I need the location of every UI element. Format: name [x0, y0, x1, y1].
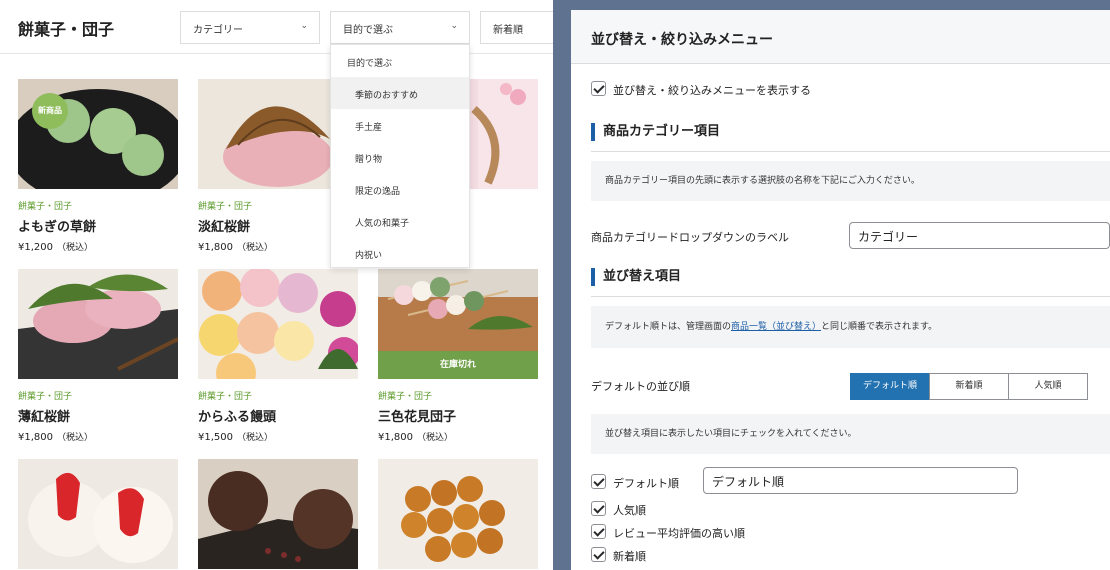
dropdown-option[interactable]: 手土産: [331, 109, 469, 141]
sort-item-checkbox[interactable]: [591, 501, 606, 516]
price-value: ¥1,800: [198, 242, 233, 253]
category-dropdown-label: 商品カテゴリードロップダウンのラベル: [591, 231, 789, 244]
show-menu-label: 並び替え・絞り込みメニューを表示する: [613, 84, 811, 97]
dropdown-option[interactable]: 季節のおすすめ: [331, 77, 469, 109]
sort-item-label: デフォルト順: [613, 477, 679, 490]
product-image[interactable]: [18, 269, 178, 379]
tax-note: （税込）: [237, 433, 274, 443]
category-select[interactable]: カテゴリー ⌄: [180, 11, 320, 44]
product-price: ¥1,800 （税込）: [378, 430, 538, 443]
settings-panel: 並び替え・絞り込みメニュー 並び替え・絞り込みメニューを表示する 商品カテゴリー…: [571, 10, 1110, 570]
dropdown-option[interactable]: 目的で選ぶ: [331, 45, 469, 77]
product-card[interactable]: 餅菓子・団子 からふる饅頭 ¥1,500 （税込）: [198, 269, 358, 443]
product-image[interactable]: [378, 459, 538, 569]
settings-title: 並び替え・絞り込みメニュー: [591, 32, 773, 48]
product-list-link[interactable]: 商品一覧（並び替え）: [731, 322, 821, 332]
product-card[interactable]: 新商品 餅菓子・団子 よもぎの草餅 ¥1,200 （税込）: [18, 79, 178, 253]
segment-default-order[interactable]: デフォルト順: [850, 373, 930, 400]
tax-note: （税込）: [57, 433, 94, 443]
product-category[interactable]: 餅菓子・団子: [18, 389, 178, 402]
shop-panel: 餅菓子・団子 カテゴリー ⌄ 目的で選ぶ ⌄ 新着順 目的で選ぶ 季節のおすすめ…: [0, 0, 553, 570]
price-value: ¥1,500: [198, 432, 233, 443]
product-category[interactable]: 餅菓子・団子: [378, 389, 538, 402]
dropdown-option[interactable]: 贈り物: [331, 141, 469, 173]
dropdown-option[interactable]: 人気の和菓子: [331, 205, 469, 237]
tax-note: （税込）: [57, 243, 94, 253]
purpose-select[interactable]: 目的で選ぶ ⌄: [330, 11, 470, 44]
product-category[interactable]: 餅菓子・団子: [198, 389, 358, 402]
sold-out-label: 在庫切れ: [378, 351, 538, 379]
product-image-partial[interactable]: [198, 459, 358, 569]
product-name[interactable]: からふる饅頭: [198, 406, 358, 425]
price-value: ¥1,800: [18, 432, 53, 443]
dropdown-option[interactable]: 限定の逸品: [331, 173, 469, 205]
shop-header: 餅菓子・団子 カテゴリー ⌄ 目的で選ぶ ⌄ 新着順: [0, 0, 553, 54]
sort-select-label: 新着順: [493, 25, 523, 36]
show-menu-checkbox[interactable]: [591, 81, 606, 96]
sort-item-checkbox[interactable]: [591, 524, 606, 539]
page-title: 餅菓子・団子: [18, 20, 115, 39]
sort-item-name-input[interactable]: デフォルト順: [703, 467, 1018, 494]
product-image[interactable]: [198, 269, 358, 379]
product-image[interactable]: 在庫切れ: [378, 269, 538, 379]
purpose-dropdown-menu: 目的で選ぶ 季節のおすすめ 手土産 贈り物 限定の逸品 人気の和菓子 内祝い: [330, 44, 470, 268]
category-label-input[interactable]: カテゴリー: [849, 222, 1110, 249]
purpose-select-label: 目的で選ぶ: [343, 25, 393, 36]
sort-item-checkbox[interactable]: [591, 547, 606, 562]
sort-item-label: 新着順: [613, 550, 646, 563]
chevron-down-icon: ⌄: [450, 21, 458, 31]
product-name[interactable]: よもぎの草餅: [18, 216, 178, 235]
category-info: 商品カテゴリー項目の先頭に表示する選択肢の名称を下記にご入力ください。: [591, 161, 1110, 201]
product-image-partial[interactable]: [378, 459, 538, 569]
check-info: 並び替え項目に表示したい項目にチェックを入れてください。: [591, 414, 1110, 454]
category-section-title: 商品カテゴリー項目: [591, 123, 720, 141]
segment-popular[interactable]: 人気順: [1008, 373, 1088, 400]
divider: [591, 296, 1110, 297]
tax-note: （税込）: [417, 433, 454, 443]
product-price: ¥1,800 （税込）: [18, 430, 178, 443]
product-name[interactable]: 薄紅桜餅: [18, 406, 178, 425]
price-value: ¥1,200: [18, 242, 53, 253]
dropdown-option[interactable]: 内祝い: [331, 237, 469, 269]
sort-info: デフォルト順トは、管理画面の商品一覧（並び替え）と同じ順番で表示されます。: [591, 306, 1110, 348]
chevron-down-icon: ⌄: [300, 21, 308, 31]
sort-info-text: デフォルト順トは、管理画面の: [605, 322, 732, 332]
sort-select[interactable]: 新着順: [480, 11, 553, 44]
product-image[interactable]: [18, 459, 178, 569]
product-price: ¥1,200 （税込）: [18, 240, 178, 253]
sort-item-checkbox[interactable]: [591, 474, 606, 489]
product-card[interactable]: 餅菓子・団子 薄紅桜餅 ¥1,800 （税込）: [18, 269, 178, 443]
divider: [591, 151, 1110, 152]
product-image-partial[interactable]: [18, 459, 178, 569]
category-select-label: カテゴリー: [193, 25, 243, 36]
product-category[interactable]: 餅菓子・団子: [18, 199, 178, 212]
sort-info-text: と同じ順番で表示されます。: [821, 322, 938, 332]
sort-item-label: レビュー平均評価の高い順: [613, 527, 745, 540]
sort-item-label: 人気順: [613, 504, 646, 517]
product-image[interactable]: 新商品: [18, 79, 178, 189]
new-badge: 新商品: [32, 93, 68, 129]
default-sort-label: デフォルトの並び順: [591, 380, 690, 393]
price-value: ¥1,800: [378, 432, 413, 443]
segment-newest[interactable]: 新着順: [929, 373, 1009, 400]
tax-note: （税込）: [237, 243, 274, 253]
product-name[interactable]: 三色花見団子: [378, 406, 538, 425]
settings-header: 並び替え・絞り込みメニュー: [571, 10, 1110, 64]
product-card[interactable]: 在庫切れ 餅菓子・団子 三色花見団子 ¥1,800 （税込）: [378, 269, 538, 443]
product-price: ¥1,500 （税込）: [198, 430, 358, 443]
product-image[interactable]: [198, 459, 358, 569]
sort-section-title: 並び替え項目: [591, 268, 681, 286]
